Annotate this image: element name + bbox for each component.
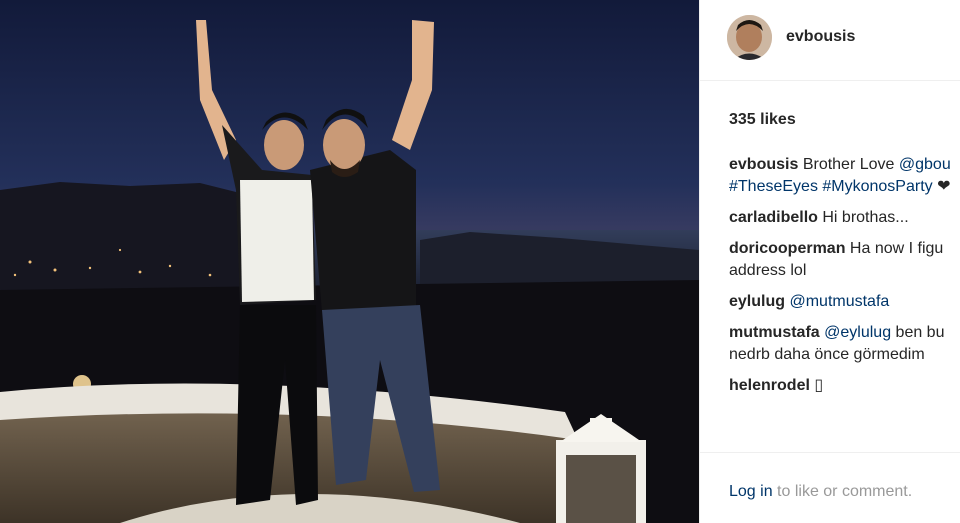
comment-text: Ha now I figu: [849, 240, 944, 257]
comment-user[interactable]: eylulug: [729, 293, 785, 310]
post-username[interactable]: evbousis: [786, 28, 855, 46]
comment-emoji: ❤: [932, 178, 951, 195]
comment-hashtags[interactable]: #TheseEyes #MykonosParty: [729, 178, 933, 195]
comment-item: mutmustafa @eylulug ben bu nedrb daha ön…: [729, 322, 960, 366]
comment-user[interactable]: doricooperman: [729, 240, 845, 257]
comment-text: Hi brothas...: [822, 209, 909, 226]
login-link[interactable]: Log in: [729, 483, 773, 500]
user-avatar-icon: [727, 15, 772, 60]
post-header: evbousis: [700, 0, 960, 81]
post-sidebar: evbousis 335 likes evbousis Brother Love…: [699, 0, 960, 523]
comment-text-line2: address lol: [729, 262, 807, 279]
login-prompt-text: to like or comment.: [772, 483, 913, 500]
comment-user[interactable]: helenrodel: [729, 377, 810, 394]
comment-mention[interactable]: @gbou: [899, 156, 951, 173]
comment-user[interactable]: evbousis: [729, 156, 798, 173]
comment-item: helenrodel ▯: [729, 375, 960, 397]
post-photo[interactable]: [0, 0, 699, 523]
comment-text-line2: nedrb daha önce görmedim: [729, 346, 925, 363]
comment-user[interactable]: mutmustafa: [729, 324, 820, 341]
comment-item: eylulug @mutmustafa: [729, 291, 960, 313]
comment-item: doricooperman Ha now I figu address lol: [729, 238, 960, 282]
mykonos-night-photo: [0, 0, 699, 523]
comment-mention[interactable]: @eylulug: [824, 324, 891, 341]
comment-item: carladibello Hi brothas...: [729, 207, 960, 229]
post-footer: Log in to like or comment.: [700, 452, 960, 523]
comment-text: Brother Love: [802, 156, 899, 173]
avatar[interactable]: [727, 15, 772, 60]
comment-item: evbousis Brother Love @gbou #TheseEyes #…: [729, 154, 960, 198]
login-prompt: Log in to like or comment.: [729, 483, 912, 501]
comment-text: ▯: [814, 377, 824, 394]
comments-list: evbousis Brother Love @gbou #TheseEyes #…: [729, 154, 960, 406]
comment-text: ben bu: [891, 324, 945, 341]
comment-mention[interactable]: @mutmustafa: [789, 293, 889, 310]
likes-count[interactable]: 335 likes: [729, 111, 796, 129]
comment-user[interactable]: carladibello: [729, 209, 818, 226]
